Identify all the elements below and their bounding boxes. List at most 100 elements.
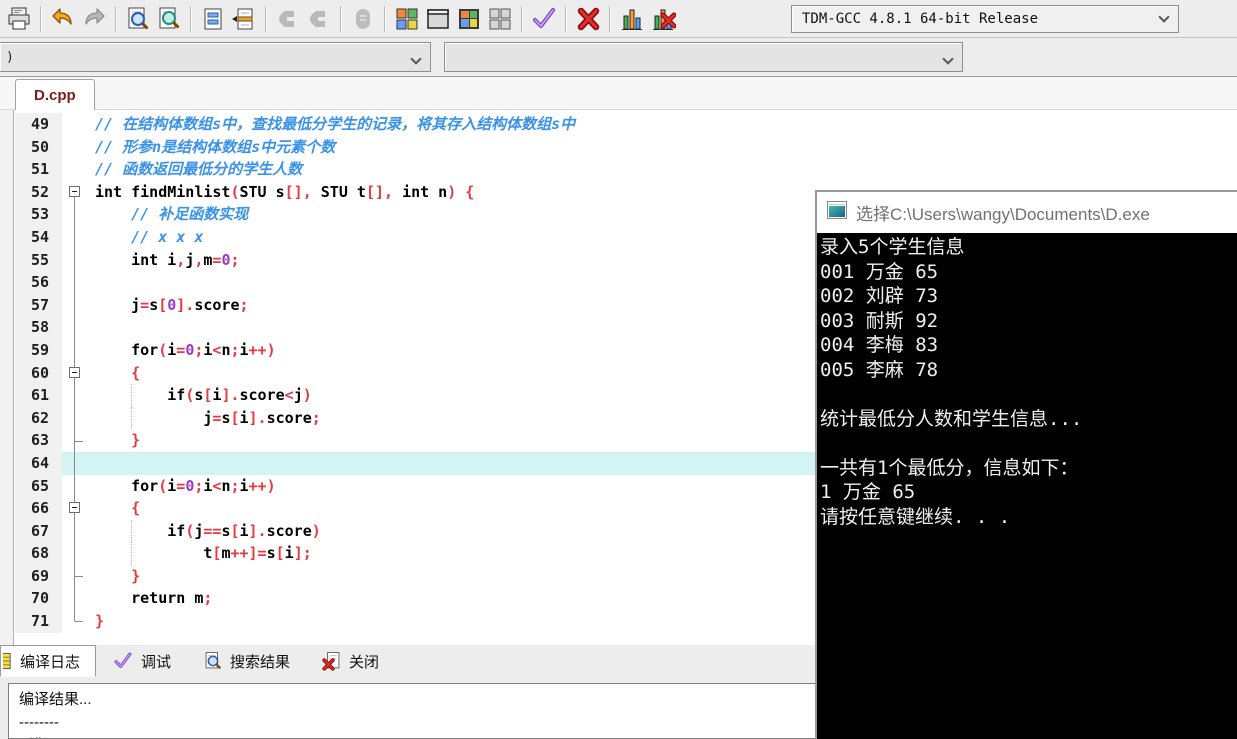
goto-function-button[interactable]	[198, 4, 228, 34]
code-token: (	[185, 386, 195, 405]
code-token: ;	[239, 295, 249, 314]
code-token: score	[194, 295, 240, 314]
fold-line	[74, 316, 75, 328]
line-number[interactable]: 71	[15, 610, 62, 633]
line-number[interactable]: 61	[15, 384, 62, 407]
print-button[interactable]	[4, 4, 34, 34]
code-line-49[interactable]: 49 // 在结构体数组s中，查找最低分学生的记录，将其存入结构体数组s中	[15, 113, 1237, 136]
toolbar-separator	[609, 5, 611, 32]
bottom-tab-search-results[interactable]: 搜索结果	[187, 645, 306, 677]
line-number[interactable]: 69	[15, 564, 62, 588]
code-token: for	[131, 340, 159, 359]
find-next-icon	[156, 6, 182, 32]
line-number[interactable]: 57	[15, 293, 62, 317]
code-token: [],	[284, 182, 312, 201]
collapsed-project-panel-splitter[interactable]	[0, 110, 14, 645]
grid-gray-button[interactable]	[485, 4, 515, 34]
fold-line	[74, 259, 75, 272]
console-window[interactable]: 选择C:\Users\wangy\Documents\D.exe 录入5个学生信…	[815, 190, 1237, 739]
fold-margin	[62, 497, 88, 520]
fold-margin	[62, 384, 88, 407]
code-token: j	[95, 295, 141, 314]
line-number[interactable]: 53	[15, 203, 62, 226]
fold-end-tick	[75, 440, 83, 442]
tab-dcpp[interactable]: D.cpp	[15, 79, 95, 111]
line-number[interactable]: 62	[15, 406, 62, 430]
member-combobox[interactable]	[444, 42, 963, 72]
compiler-select[interactable]: TDM-GCC 4.8.1 64-bit Release	[791, 4, 1179, 33]
log-notebook-icon	[3, 651, 13, 671]
line-number[interactable]: 67	[15, 519, 62, 543]
fold-collapse-icon[interactable]	[69, 186, 80, 198]
line-number[interactable]: 56	[15, 271, 62, 294]
abort-compile-button[interactable]	[573, 4, 603, 34]
window-color-button[interactable]	[454, 4, 484, 34]
bottom-tab-close[interactable]: 关闭	[306, 645, 395, 677]
line-number[interactable]: 59	[15, 338, 62, 362]
line-number[interactable]: 51	[15, 158, 62, 181]
line-number[interactable]: 66	[15, 497, 62, 520]
toolbar-separator	[565, 5, 567, 32]
redo-button[interactable]	[79, 4, 109, 34]
bottom-tab-debug[interactable]: 调试	[96, 645, 187, 677]
code-text[interactable]: // 函数返回最低分的学生人数	[88, 158, 1237, 181]
profile-button[interactable]	[617, 4, 647, 34]
console-line: 统计最低分人数和学生信息...	[820, 407, 1083, 430]
window-plain-button[interactable]	[423, 4, 453, 34]
goto-line-button[interactable]	[229, 4, 259, 34]
code-token: i	[239, 476, 249, 495]
line-number[interactable]: 64	[15, 451, 62, 475]
find-button[interactable]	[123, 4, 153, 34]
find-next-button[interactable]	[154, 4, 184, 34]
code-text[interactable]: // 形参n是结构体数组s中元素个数	[88, 136, 1237, 159]
fold-line	[74, 225, 75, 238]
line-number[interactable]: 54	[15, 225, 62, 249]
line-number[interactable]: 70	[15, 587, 62, 611]
fold-line	[74, 327, 75, 339]
line-number[interactable]: 63	[15, 429, 62, 452]
console-output[interactable]: 录入5个学生信息 001 万金 65 002 刘辟 73 003 耐斯 92 004 李…	[817, 233, 1237, 739]
class-combobox-value: )	[6, 49, 14, 65]
project-grid-button[interactable]	[392, 4, 422, 34]
code-line-51[interactable]: 51 // 函数返回最低分的学生人数	[15, 158, 1237, 181]
line-number[interactable]: 65	[15, 474, 62, 498]
fold-collapse-icon[interactable]	[69, 366, 80, 378]
class-combobox[interactable]: )	[0, 42, 431, 72]
line-number[interactable]: 49	[15, 113, 62, 136]
code-token: )	[302, 386, 312, 405]
code-token: 0	[185, 340, 195, 359]
toolbar-separator	[265, 5, 267, 32]
nav-forward-disabled-button	[304, 4, 334, 34]
code-token: }	[131, 566, 141, 585]
code-line-50[interactable]: 50 // 形参n是结构体数组s中元素个数	[15, 135, 1237, 159]
undo-button[interactable]	[48, 4, 78, 34]
bottom-tab-label: 编译日志	[20, 653, 81, 671]
fold-margin	[62, 542, 88, 565]
line-number[interactable]: 68	[15, 542, 62, 565]
line-number[interactable]: 50	[15, 135, 62, 159]
syntax-check-button[interactable]	[529, 4, 559, 34]
fold-margin	[62, 361, 88, 385]
debug-check-icon	[112, 651, 134, 671]
bottom-tab-compile-log[interactable]: 编译日志	[0, 645, 97, 677]
profile-delete-button[interactable]	[648, 4, 678, 34]
line-number[interactable]: 58	[15, 316, 62, 339]
fold-line	[74, 440, 75, 452]
code-text[interactable]: // 在结构体数组s中，查找最低分学生的记录，将其存入结构体数组s中	[88, 113, 1237, 136]
chevron-down-icon	[410, 53, 422, 65]
search-doc-icon	[203, 651, 223, 671]
fold-collapse-icon[interactable]	[69, 502, 80, 514]
code-token: ) {	[447, 182, 475, 201]
line-number[interactable]: 52	[15, 180, 62, 204]
code-token: s	[149, 295, 159, 314]
code-token: // x x x	[95, 227, 204, 246]
line-number[interactable]: 60	[15, 361, 62, 385]
code-token: [],	[365, 182, 394, 201]
console-titlebar[interactable]: 选择C:\Users\wangy\Documents\D.exe	[817, 192, 1237, 233]
fold-margin	[62, 158, 88, 181]
line-number[interactable]: 55	[15, 248, 62, 272]
